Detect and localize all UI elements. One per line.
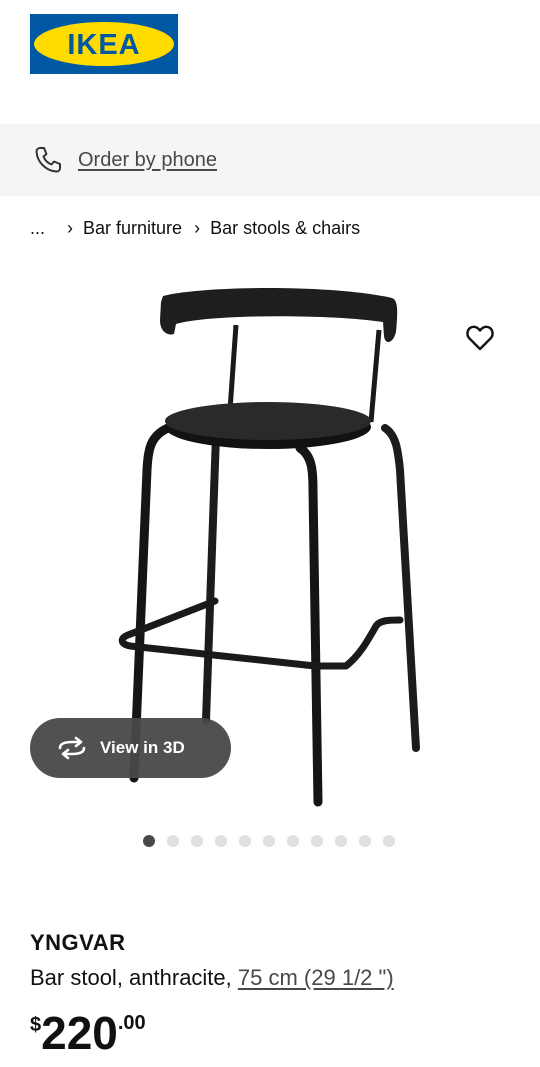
gallery-dot[interactable]: [359, 835, 371, 847]
gallery-dot[interactable]: [215, 835, 227, 847]
heart-icon: [466, 325, 494, 351]
breadcrumb: ... › Bar furniture › Bar stools & chair…: [30, 214, 360, 242]
gallery-dot[interactable]: [143, 835, 155, 847]
view-in-3d-button[interactable]: View in 3D: [30, 718, 231, 778]
gallery-dot[interactable]: [191, 835, 203, 847]
breadcrumb-bar-stools-chairs[interactable]: Bar stools & chairs: [210, 218, 360, 239]
chevron-right-icon: ›: [67, 217, 74, 238]
gallery-pagination: [143, 835, 407, 847]
price-decimal: .00: [117, 1012, 146, 1034]
svg-text:®: ®: [168, 29, 172, 36]
order-by-phone-link[interactable]: Order by phone: [78, 149, 217, 172]
chevron-right-icon: ›: [194, 217, 201, 238]
order-by-phone-bar: Order by phone: [0, 124, 540, 196]
gallery-dot[interactable]: [263, 835, 275, 847]
ikea-logo[interactable]: IKEA ®: [30, 14, 178, 74]
breadcrumb-ellipsis[interactable]: ...: [30, 218, 45, 239]
product-name: YNGVAR: [30, 930, 126, 955]
product-price: $ 220 .00: [30, 1006, 146, 1060]
breadcrumb-bar-furniture[interactable]: Bar furniture: [83, 218, 182, 239]
view-in-3d-label: View in 3D: [100, 738, 185, 757]
gallery-dot[interactable]: [335, 835, 347, 847]
favorite-button[interactable]: [462, 320, 498, 356]
product-measurement-link[interactable]: 75 cm (29 1/2 "): [238, 965, 394, 990]
price-integer: 220: [41, 1007, 118, 1059]
gallery-dot[interactable]: [167, 835, 179, 847]
product-description: Bar stool, anthracite, 75 cm (29 1/2 "): [30, 965, 394, 991]
site-header: IKEA ®: [0, 0, 540, 124]
gallery-dot[interactable]: [239, 835, 251, 847]
gallery-dot[interactable]: [311, 835, 323, 847]
phone-icon: [32, 144, 64, 176]
gallery-dot[interactable]: [383, 835, 395, 847]
price-currency: $: [30, 1014, 42, 1036]
gallery-dot[interactable]: [287, 835, 299, 847]
product-type-text: Bar stool, anthracite,: [30, 965, 232, 990]
rotate-3d-icon: [56, 736, 88, 760]
svg-text:IKEA: IKEA: [67, 29, 140, 61]
